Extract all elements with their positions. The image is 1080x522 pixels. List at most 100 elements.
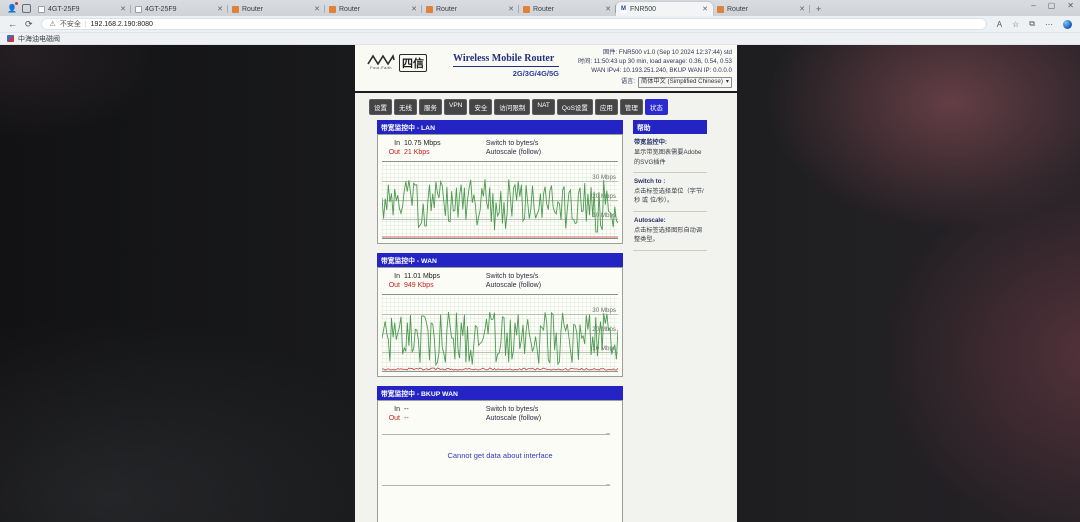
help-heading: 带宽监控中:	[634, 138, 706, 147]
router-orange-favicon-icon	[717, 6, 724, 13]
page-subtitle: 2G/3G/4G/5G	[453, 69, 559, 78]
chevron-down-icon: ▾	[726, 78, 729, 87]
not-secure-label[interactable]: 不安全	[60, 19, 81, 29]
browser-tab-4gt-25f9[interactable]: 4GT-25F9✕	[34, 2, 131, 16]
firmware-info: 固件: FNR500 v1.0 (Sep 10 2024 12:37:44) s…	[578, 49, 732, 58]
help-text: 点击标签选择图形自动调整类型。	[634, 226, 706, 245]
lan-autoscale-link[interactable]: Autoscale (follow)	[486, 148, 618, 157]
tab-close-icon[interactable]: ✕	[313, 5, 321, 13]
nav-tab-9[interactable]: 管理	[620, 99, 643, 115]
close-icon[interactable]: ✕	[1067, 1, 1074, 10]
nav-tab-8[interactable]: 应用	[595, 99, 618, 115]
lan-in-value: 10.75 Mbps	[404, 139, 441, 148]
wan-out-value: 949 Kbps	[404, 281, 434, 290]
bookmark-favicon	[7, 35, 14, 42]
minimize-icon[interactable]: –	[1031, 1, 1035, 10]
wan-switch-units-link[interactable]: Switch to bytes/s	[486, 272, 618, 281]
nav-tab-4[interactable]: 安全	[469, 99, 492, 115]
wan-autoscale-link[interactable]: Autoscale (follow)	[486, 281, 618, 290]
nav-tab-2[interactable]: 服务	[419, 99, 442, 115]
bandwidth-sections: 带宽监控中 - LAN In10.75 Mbps Out21 Kbps Swit…	[377, 120, 623, 522]
help-heading: Switch to :	[634, 177, 706, 186]
tab-close-icon[interactable]: ✕	[604, 5, 612, 13]
four-faith-logo: Four-Faith 四信	[367, 54, 427, 72]
nav-tab-5[interactable]: 访问限制	[494, 99, 530, 115]
collections-icon[interactable]: ⧉	[1029, 19, 1035, 29]
bkup-error-message: Cannot get data about interface	[382, 451, 618, 460]
router-header: Four-Faith 四信 Wireless Mobile Router 2G/…	[355, 45, 737, 93]
document-favicon-icon	[38, 6, 45, 13]
main-nav: 设置无线服务VPN安全访问限制NATQoS设置应用管理状态	[369, 99, 731, 115]
browser-toolbar: ← ⟳ ⚠ 不安全 | 192.168.2.190:8080 A ☆ ⧉ ⋯	[0, 16, 1080, 32]
nav-tab-1[interactable]: 无线	[394, 99, 417, 115]
lan-bandwidth-chart: 30 Mbps20 Mbps10 Mbps	[382, 161, 618, 239]
browser-tab-router[interactable]: Router✕	[325, 2, 422, 16]
tab-actions-icon[interactable]	[22, 4, 31, 13]
bookmark-item[interactable]: 中海油电磁阀	[18, 34, 60, 44]
toolbar-icons: A ☆ ⧉ ⋯	[997, 19, 1072, 29]
page-background: Four-Faith 四信 Wireless Mobile Router 2G/…	[0, 45, 1080, 522]
tab-close-icon[interactable]: ✕	[798, 5, 806, 13]
tab-close-icon[interactable]: ✕	[119, 5, 127, 13]
section-bkup-wan: 带宽监控中 - BKUP WAN In-- Out-- Switch to by…	[377, 386, 623, 522]
browser-tab-router[interactable]: Router✕	[519, 2, 616, 16]
address-bar[interactable]: ⚠ 不安全 | 192.168.2.190:8080	[41, 18, 987, 30]
bkup-bandwidth-chart: -- Cannot get data about interface --	[382, 427, 618, 521]
wan-in-value: 11.01 Mbps	[404, 272, 440, 281]
tab-close-icon[interactable]: ✕	[701, 5, 709, 13]
browser-tab-fnr500[interactable]: MFNR500✕	[616, 2, 713, 16]
language-select[interactable]: 简体中文 (Simplified Chinese) ▾	[638, 77, 732, 88]
favorites-star-icon[interactable]: ☆	[1012, 20, 1019, 29]
nav-tab-10[interactable]: 状态	[645, 99, 668, 115]
maximize-icon[interactable]: ▢	[1048, 1, 1056, 10]
wan-info: WAN IPv4: 10.193.251.240, BKUP WAN IP: 0…	[578, 67, 732, 76]
url-text[interactable]: 192.168.2.190:8080	[91, 21, 153, 28]
not-secure-warning-icon: ⚠	[50, 20, 56, 28]
help-entry-1: Switch to :点击标签选择单位（字节/秒 或 位/秒）。	[633, 173, 707, 212]
router-title-block: Wireless Mobile Router 2G/3G/4G/5G	[453, 53, 559, 78]
tab-title: FNR500	[630, 6, 698, 13]
tab-close-icon[interactable]: ✕	[216, 5, 224, 13]
bkup-switch-units-link[interactable]: Switch to bytes/s	[486, 405, 618, 414]
tab-title: Router	[339, 6, 407, 13]
back-icon[interactable]: ←	[8, 19, 17, 29]
browser-tab-router[interactable]: Router✕	[713, 2, 810, 16]
copilot-icon[interactable]	[1063, 20, 1072, 29]
bkup-grid-label: --	[606, 481, 610, 488]
logo-brand-text: Four-Faith	[370, 65, 391, 70]
help-entry-2: Autoscale:点击标签选择图形自动调整类型。	[633, 212, 707, 251]
more-menu-icon[interactable]: ⋯	[1045, 20, 1053, 29]
page-title: Wireless Mobile Router	[453, 53, 559, 67]
bkup-in-value: --	[404, 405, 409, 414]
nav-tab-0[interactable]: 设置	[369, 99, 392, 115]
address-divider: |	[85, 21, 87, 28]
tab-close-icon[interactable]: ✕	[507, 5, 515, 13]
help-heading: Autoscale:	[634, 216, 706, 225]
four-faith-favicon-icon: M	[620, 6, 627, 13]
tab-title: Router	[242, 6, 310, 13]
browser-tab-strip: 👤 4GT-25F9✕4GT-25F9✕Router✕Router✕Router…	[0, 0, 1080, 16]
browser-tab-router[interactable]: Router✕	[422, 2, 519, 16]
window-controls: – ▢ ✕	[1031, 1, 1074, 10]
tab-close-icon[interactable]: ✕	[410, 5, 418, 13]
browser-tab-4gt-25f9[interactable]: 4GT-25F9✕	[131, 2, 228, 16]
section-wan-title: 带宽监控中 - WAN	[377, 253, 623, 267]
section-bkup-title: 带宽监控中 - BKUP WAN	[377, 386, 623, 400]
lan-switch-units-link[interactable]: Switch to bytes/s	[486, 139, 618, 148]
browser-tab-router[interactable]: Router✕	[228, 2, 325, 16]
nav-tab-7[interactable]: QoS设置	[557, 99, 593, 115]
nav-tab-6[interactable]: NAT	[532, 99, 555, 115]
section-lan-title: 带宽监控中 - LAN	[377, 120, 623, 134]
logo-cn-text: 四信	[399, 54, 427, 72]
reload-icon[interactable]: ⟳	[25, 19, 33, 30]
router-admin-page: Four-Faith 四信 Wireless Mobile Router 2G/…	[355, 45, 737, 522]
profile-icon[interactable]: 👤	[6, 2, 18, 14]
bkup-autoscale-link[interactable]: Autoscale (follow)	[486, 414, 618, 423]
photographed-monitor: 👤 4GT-25F9✕4GT-25F9✕Router✕Router✕Router…	[0, 0, 1080, 522]
bkup-out-label: Out	[382, 414, 400, 423]
new-tab-button[interactable]: +	[816, 4, 821, 14]
bkup-grid-label: --	[606, 430, 610, 437]
read-aloud-icon[interactable]: A	[997, 20, 1002, 29]
nav-tab-3[interactable]: VPN	[444, 99, 467, 115]
time-info: 时间: 11:50:43 up 30 min, load average: 0.…	[578, 58, 732, 67]
